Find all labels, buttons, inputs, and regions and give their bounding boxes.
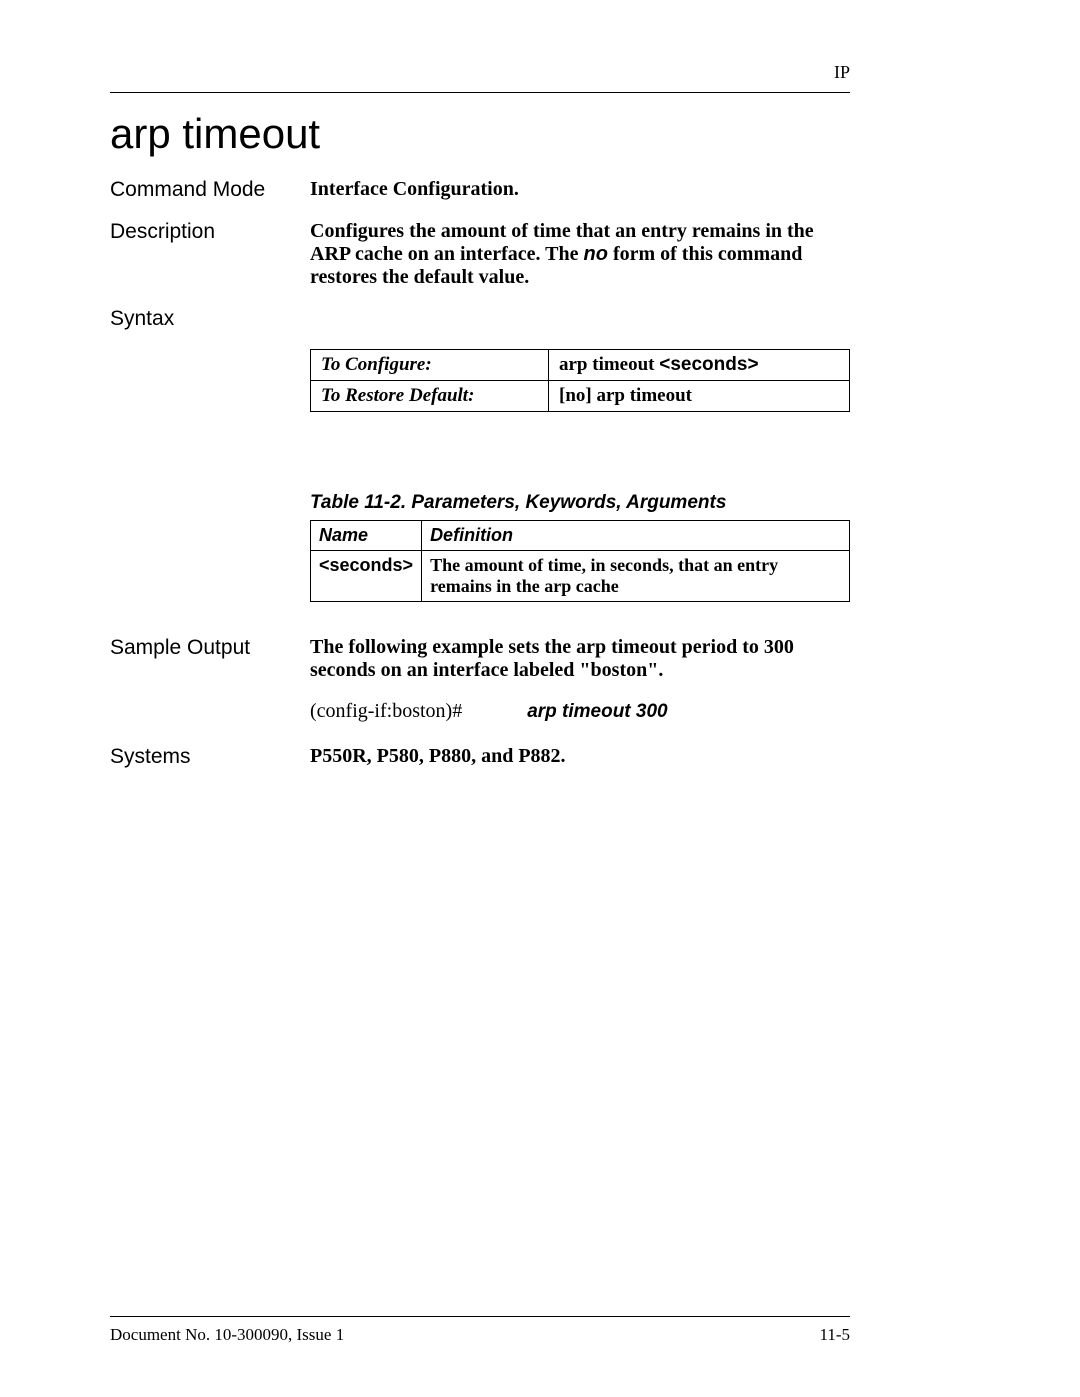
syntax-label-restore: To Restore Default: [311, 381, 549, 412]
param-row: <seconds> The amount of time, in seconds… [311, 551, 850, 602]
value-sample-output: The following example sets the arp timeo… [310, 636, 850, 723]
row-command-mode: Command Mode Interface Configuration. [110, 178, 850, 202]
param-header-row: Name Definition [311, 521, 850, 551]
row-systems: Systems P550R, P580, P880, and P882. [110, 745, 850, 769]
value-description: Configures the amount of time that an en… [310, 220, 850, 289]
syntax-value-configure: arp timeout <seconds> [549, 350, 850, 381]
value-command-mode: Interface Configuration. [310, 178, 850, 202]
row-sample-output: Sample Output The following example sets… [110, 636, 850, 723]
param-table-caption: Table 11-2. Parameters, Keywords, Argume… [310, 492, 850, 514]
sample-output-command: arp timeout 300 [527, 701, 667, 722]
chapter-label: IP [834, 62, 850, 83]
syntax-row-configure: To Configure: arp timeout <seconds> [311, 350, 850, 381]
row-description: Description Configures the amount of tim… [110, 220, 850, 289]
param-header-name: Name [311, 521, 422, 551]
sample-output-line: (config-if:boston)# arp timeout 300 [310, 700, 850, 723]
footer-left: Document No. 10-300090, Issue 1 [110, 1325, 344, 1345]
page: IP arp timeout Command Mode Interface Co… [0, 0, 1080, 1397]
param-table: Name Definition <seconds> The amount of … [310, 520, 850, 602]
sample-output-prompt: (config-if:boston)# [310, 700, 462, 722]
syntax-table: To Configure: arp timeout <seconds> To R… [310, 349, 850, 412]
label-description: Description [110, 220, 310, 289]
param-definition: The amount of time, in seconds, that an … [422, 551, 850, 602]
syntax-cmd-arg: <seconds> [659, 354, 758, 375]
sample-output-text: The following example sets the arp timeo… [310, 636, 850, 682]
syntax-label-configure: To Configure: [311, 350, 549, 381]
syntax-cmd-prefix: arp timeout [559, 354, 659, 375]
footer-right: 11-5 [819, 1325, 850, 1345]
row-syntax: Syntax [110, 307, 850, 331]
desc-no: no [584, 243, 608, 265]
rule-bottom [110, 1316, 850, 1317]
label-syntax: Syntax [110, 307, 310, 331]
value-systems: P550R, P580, P880, and P882. [310, 745, 850, 769]
rule-top [110, 92, 850, 93]
label-systems: Systems [110, 745, 310, 769]
param-name: <seconds> [311, 551, 422, 602]
label-command-mode: Command Mode [110, 178, 310, 202]
value-syntax [310, 307, 850, 331]
body: Command Mode Interface Configuration. De… [110, 178, 850, 787]
syntax-row-restore: To Restore Default: [no] arp timeout [311, 381, 850, 412]
syntax-value-restore: [no] arp timeout [549, 381, 850, 412]
page-title: arp timeout [110, 110, 320, 158]
label-sample-output: Sample Output [110, 636, 310, 723]
param-header-definition: Definition [422, 521, 850, 551]
